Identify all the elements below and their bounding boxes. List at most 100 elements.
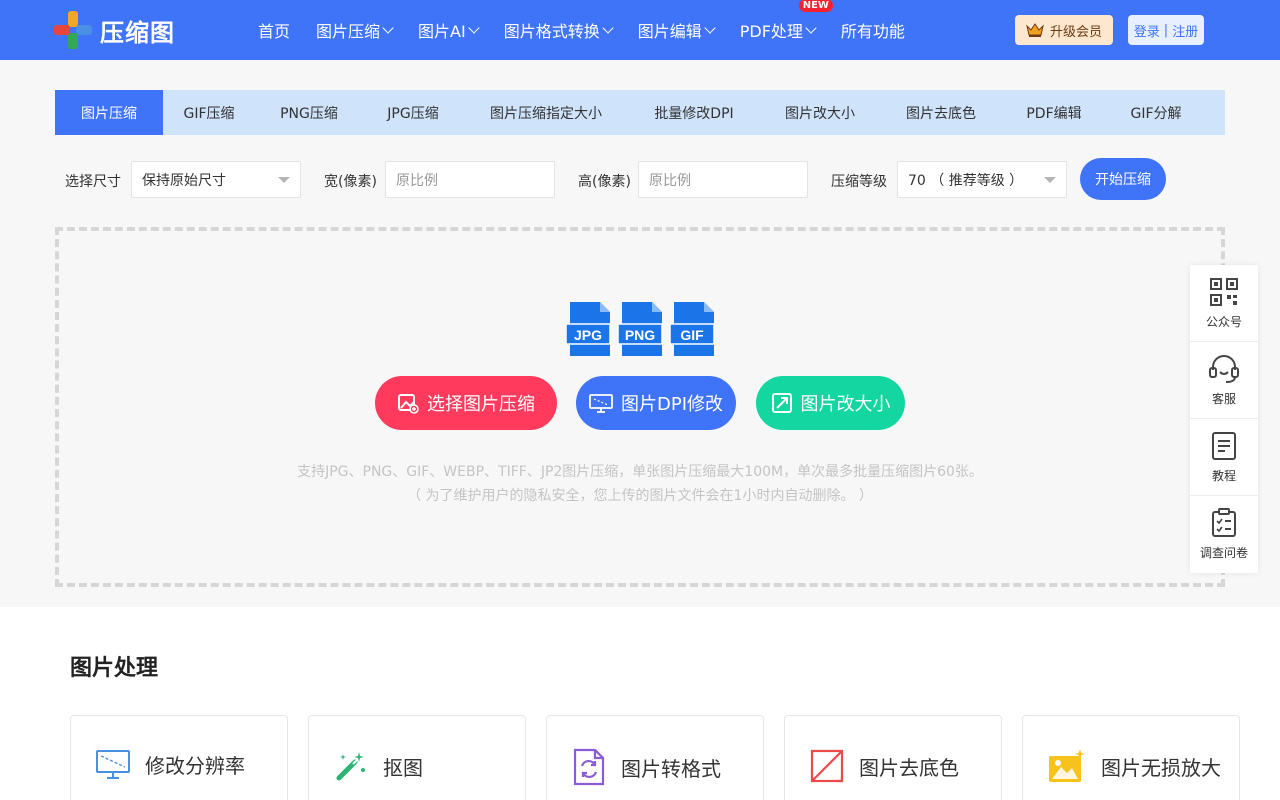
side-label: 公众号 <box>1205 314 1242 329</box>
qr-code-icon <box>1210 277 1238 306</box>
side-float-bar: 公众号 客服 教程 调查问卷 <box>1190 265 1258 573</box>
separator: | <box>1163 22 1169 38</box>
filetype-jpg: JPG <box>574 327 602 343</box>
privacy-hint: （ 为了维护用户的隐私安全，您上传的图片文件会在1小时内自动删除。 ） <box>407 488 873 504</box>
vip-label: 升级会员 <box>1049 24 1102 40</box>
nav-home[interactable]: 首页 <box>258 18 290 42</box>
height-placeholder: 原比例 <box>649 172 691 189</box>
clipboard-icon <box>1212 508 1236 537</box>
caret-down-icon <box>1044 177 1056 183</box>
tab-gif-compress[interactable]: GIF压缩 <box>163 90 255 135</box>
card-change-resolution[interactable]: 修改分辨率 <box>70 715 288 800</box>
chevron-down-icon <box>805 21 817 34</box>
upgrade-vip-button[interactable]: 升级会员 <box>1015 15 1113 45</box>
tab-image-compress[interactable]: 图片压缩 <box>55 90 163 135</box>
height-input[interactable]: 原比例 <box>638 161 808 198</box>
level-value: 70 （ 推荐等级 ） <box>908 172 1024 189</box>
filetype-png: PNG <box>625 327 655 343</box>
start-compress-button[interactable]: 开始压缩 <box>1080 158 1166 200</box>
nav-label: 图片压缩 <box>316 22 381 41</box>
side-item-survey[interactable]: 调查问卷 <box>1190 496 1258 573</box>
nav-pdf[interactable]: PDF处理 NEW <box>739 0 833 42</box>
chevron-down-icon <box>602 21 614 34</box>
tab-batch-dpi[interactable]: 批量修改DPI <box>629 90 759 135</box>
nav-format-convert[interactable]: 图片格式转换 <box>503 18 614 42</box>
chevron-down-icon <box>704 21 716 34</box>
resize-image-button[interactable]: 图片改大小 <box>756 376 905 430</box>
tab-pdf-edit[interactable]: PDF编辑 <box>1001 90 1107 135</box>
side-label: 调查问卷 <box>1199 546 1248 560</box>
card-label: 抠图 <box>383 755 423 780</box>
filetype-gif: GIF <box>680 327 704 343</box>
card-convert-format[interactable]: 图片转格式 <box>546 715 764 800</box>
caret-down-icon <box>278 177 290 183</box>
section-title: 图片处理 <box>70 656 159 681</box>
resize-icon <box>771 393 792 413</box>
tab-jpg-compress[interactable]: JPG压缩 <box>363 90 463 135</box>
height-label: 高(像素) <box>578 174 631 190</box>
nav-image-compress[interactable]: 图片压缩 <box>316 18 394 42</box>
width-label: 宽(像素) <box>324 174 377 190</box>
nav-label: 图片AI <box>418 22 466 41</box>
crown-icon <box>1026 23 1044 37</box>
tab-gif-split[interactable]: GIF分解 <box>1107 90 1205 135</box>
side-item-wechat[interactable]: 公众号 <box>1190 265 1258 342</box>
card-remove-background[interactable]: 图片去底色 <box>784 715 1002 800</box>
register-link[interactable]: 注册 <box>1172 21 1198 40</box>
tab-remove-bg[interactable]: 图片去底色 <box>881 90 1001 135</box>
nav-image-edit[interactable]: 图片编辑 <box>638 18 716 42</box>
image-upscale-icon <box>1049 749 1085 782</box>
button-label: 图片改大小 <box>800 394 891 415</box>
tool-tabs: 图片压缩 GIF压缩 PNG压缩 JPG压缩 图片压缩指定大小 批量修改DPI … <box>55 90 1225 135</box>
size-label: 选择尺寸 <box>65 174 121 190</box>
file-convert-icon <box>573 748 605 786</box>
nav-image-ai[interactable]: 图片AI <box>418 18 480 42</box>
login-link[interactable]: 登录 <box>1134 21 1160 40</box>
card-label: 图片无损放大 <box>1101 755 1221 780</box>
file-types-icon: JPG PNG GIF <box>566 302 715 356</box>
side-item-support[interactable]: 客服 <box>1190 342 1258 419</box>
button-label: 图片DPI修改 <box>620 394 724 415</box>
card-label: 图片去底色 <box>859 755 959 780</box>
nav-label: 首页 <box>258 22 291 41</box>
monitor-icon <box>96 750 130 779</box>
upload-hint: 支持JPG、PNG、GIF、WEBP、TIFF、JP2图片压缩，单张图片压缩最大… <box>297 464 983 480</box>
nav-label: 图片格式转换 <box>503 22 600 41</box>
monitor-icon <box>589 394 613 413</box>
level-select[interactable]: 70 （ 推荐等级 ） <box>897 161 1067 198</box>
logo[interactable]: 压缩图 <box>54 11 175 49</box>
select-image-compress-button[interactable]: 选择图片压缩 <box>375 376 557 430</box>
card-label: 修改分辨率 <box>145 753 245 778</box>
main-nav: 首页 图片压缩 图片AI 图片格式转换 图片编辑 PDF处理 NEW 所有功能 <box>258 0 931 60</box>
card-cutout[interactable]: 抠图 <box>308 715 526 800</box>
new-badge: NEW <box>798 0 833 12</box>
button-label: 选择图片压缩 <box>427 394 535 415</box>
image-add-icon <box>398 394 419 414</box>
chevron-down-icon <box>468 21 480 34</box>
nav-all-features[interactable]: 所有功能 <box>841 18 905 42</box>
nav-label: 所有功能 <box>840 22 905 41</box>
size-select[interactable]: 保持原始尺寸 <box>131 161 301 198</box>
side-label: 客服 <box>1211 391 1236 406</box>
card-label: 图片转格式 <box>621 756 721 781</box>
tab-resize[interactable]: 图片改大小 <box>759 90 881 135</box>
side-label: 教程 <box>1211 468 1236 483</box>
width-input[interactable]: 原比例 <box>385 161 555 198</box>
tab-compress-to-size[interactable]: 图片压缩指定大小 <box>463 90 629 135</box>
dpi-modify-button[interactable]: 图片DPI修改 <box>576 376 736 430</box>
nav-label: PDF处理 <box>739 22 803 41</box>
tab-png-compress[interactable]: PNG压缩 <box>255 90 363 135</box>
remove-bg-icon <box>810 749 844 783</box>
width-placeholder: 原比例 <box>396 172 438 189</box>
logo-text: 压缩图 <box>100 18 175 47</box>
magic-wand-icon <box>336 752 365 781</box>
top-header: 压缩图 首页 图片压缩 图片AI 图片格式转换 图片编辑 PDF处理 NEW 所有… <box>0 0 1280 60</box>
book-icon <box>1212 431 1236 460</box>
side-item-tutorial[interactable]: 教程 <box>1190 419 1258 496</box>
card-lossless-upscale[interactable]: 图片无损放大 <box>1022 715 1240 800</box>
login-register: 登录 | 注册 <box>1128 15 1204 45</box>
headset-icon <box>1209 354 1239 383</box>
chevron-down-icon <box>382 21 394 34</box>
level-label: 压缩等级 <box>831 174 887 190</box>
logo-icon <box>54 11 92 49</box>
